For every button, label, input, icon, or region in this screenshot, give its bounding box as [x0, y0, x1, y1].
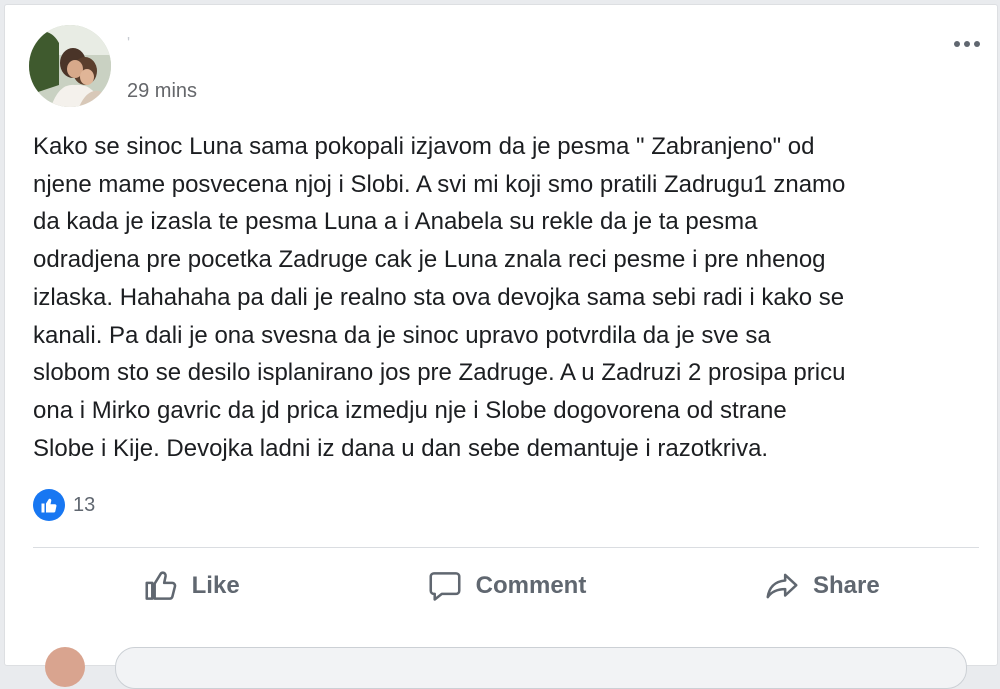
divider [33, 547, 979, 548]
post-card: ' 29 mins Kako se sinoc Luna sama pokopa… [4, 4, 1000, 689]
reactions-summary[interactable]: 13 [33, 489, 95, 521]
author-avatar[interactable] [29, 25, 111, 107]
comment-button[interactable]: Comment [348, 551, 663, 621]
post-text-line: Slobe i Kije. Devojka ladni iz dana u da… [33, 434, 769, 462]
commenter-avatar [45, 647, 85, 687]
reaction-count: 13 [73, 493, 96, 516]
like-button[interactable]: Like [33, 551, 348, 621]
post-text-line: Kako se sinoc Luna sama pokopali izjavom… [33, 133, 815, 160]
avatar-photo [29, 25, 111, 107]
more-horizontal-icon [954, 41, 960, 47]
action-bar: Like Comment Share [33, 551, 979, 621]
like-reaction-icon [33, 489, 65, 521]
post-text-line: ona i Mirko gavric da jd prica izmedju n… [33, 396, 787, 424]
comment-label: Comment [475, 572, 587, 599]
post-text-line: kanali. Pa dali je ona svesna da je sino… [33, 321, 771, 349]
comment-input[interactable] [115, 647, 967, 689]
post-timestamp[interactable]: 29 mins [127, 80, 197, 103]
speech-bubble-icon [429, 572, 461, 601]
author-name[interactable]: ' [127, 35, 133, 52]
post-text-line: odradjena pre pocetka Zadruge cak je Lun… [33, 246, 826, 274]
share-label: Share [812, 572, 880, 599]
comment-composer [5, 637, 1000, 689]
more-options-button[interactable] [945, 31, 989, 57]
post-text-line: izlaska. Hahahaha pa dali je realno sta … [33, 283, 845, 311]
post-text-line: da kada je izasla te pesma Luna a i Anab… [33, 208, 758, 236]
share-arrow-icon [766, 573, 798, 599]
thumbs-up-icon [145, 571, 176, 600]
post-text: Kako se sinoc Luna sama pokopali izjavom… [33, 128, 988, 467]
post-text-line: njene mame posvecena njoj i Slobi. A svi… [33, 170, 846, 198]
like-label: Like [191, 572, 240, 599]
post-text-line: slobom sto se desilo isplanirano jos pre… [33, 359, 846, 387]
share-button[interactable]: Share [664, 551, 979, 621]
